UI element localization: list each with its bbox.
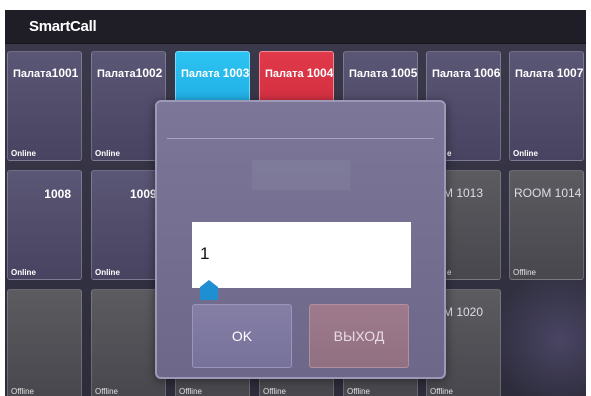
room-tile-1001[interactable]: Палата1001 Online (7, 51, 82, 161)
room-status: Offline (430, 387, 453, 396)
room-status: Online (11, 149, 36, 158)
room-tile-offline[interactable]: Offline (7, 289, 82, 396)
room-status: Online (95, 268, 120, 277)
room-tile-1007[interactable]: Палата 1007 Online (509, 51, 584, 161)
room-status: e (447, 149, 452, 158)
room-name: M 1020 (443, 305, 484, 319)
room-name: ROOM 1014 (514, 186, 582, 200)
room-status: Offline (347, 387, 370, 396)
room-name: M 1013 (443, 186, 484, 200)
room-name: Палата 1007 (515, 66, 584, 80)
room-status: e (447, 268, 452, 277)
number-input[interactable]: 1 (192, 222, 411, 288)
room-status: Offline (179, 387, 202, 396)
room-status: Online (11, 268, 36, 277)
dialog-title-placeholder (252, 160, 350, 190)
top-bar: SmartCall (5, 10, 586, 44)
room-status: Offline (263, 387, 286, 396)
room-name: 1008 (44, 187, 71, 201)
room-status: Offline (11, 387, 34, 396)
room-name: Палата 1005 (349, 66, 418, 80)
room-name: Палата1001 (13, 66, 79, 80)
ok-button[interactable]: OK (192, 304, 292, 368)
input-value: 1 (200, 244, 210, 263)
app-logo: SmartCall (29, 18, 97, 35)
room-name: Палата 1003 (181, 66, 250, 80)
room-name: Палата 1006 (432, 66, 501, 80)
room-status: Offline (513, 268, 536, 277)
exit-button[interactable]: ВЫХОД (309, 304, 409, 368)
room-status: Offline (95, 387, 118, 396)
room-status: Online (513, 149, 538, 158)
app-screen: SmartCall Палата1001 Online Палата1002 O… (5, 10, 586, 396)
dialog-divider (167, 138, 434, 139)
text-cursor-handle-icon[interactable] (200, 280, 218, 300)
room-tile-1014[interactable]: ROOM 1014 Offline (509, 170, 584, 280)
room-status: Online (95, 149, 120, 158)
room-name: Палата1002 (97, 66, 163, 80)
room-name: 1009 (130, 187, 157, 201)
room-tile-1008[interactable]: 1008 Online (7, 170, 82, 280)
input-dialog: 1 OK ВЫХОД (155, 100, 446, 379)
room-name: Палата 1004 (265, 66, 334, 80)
